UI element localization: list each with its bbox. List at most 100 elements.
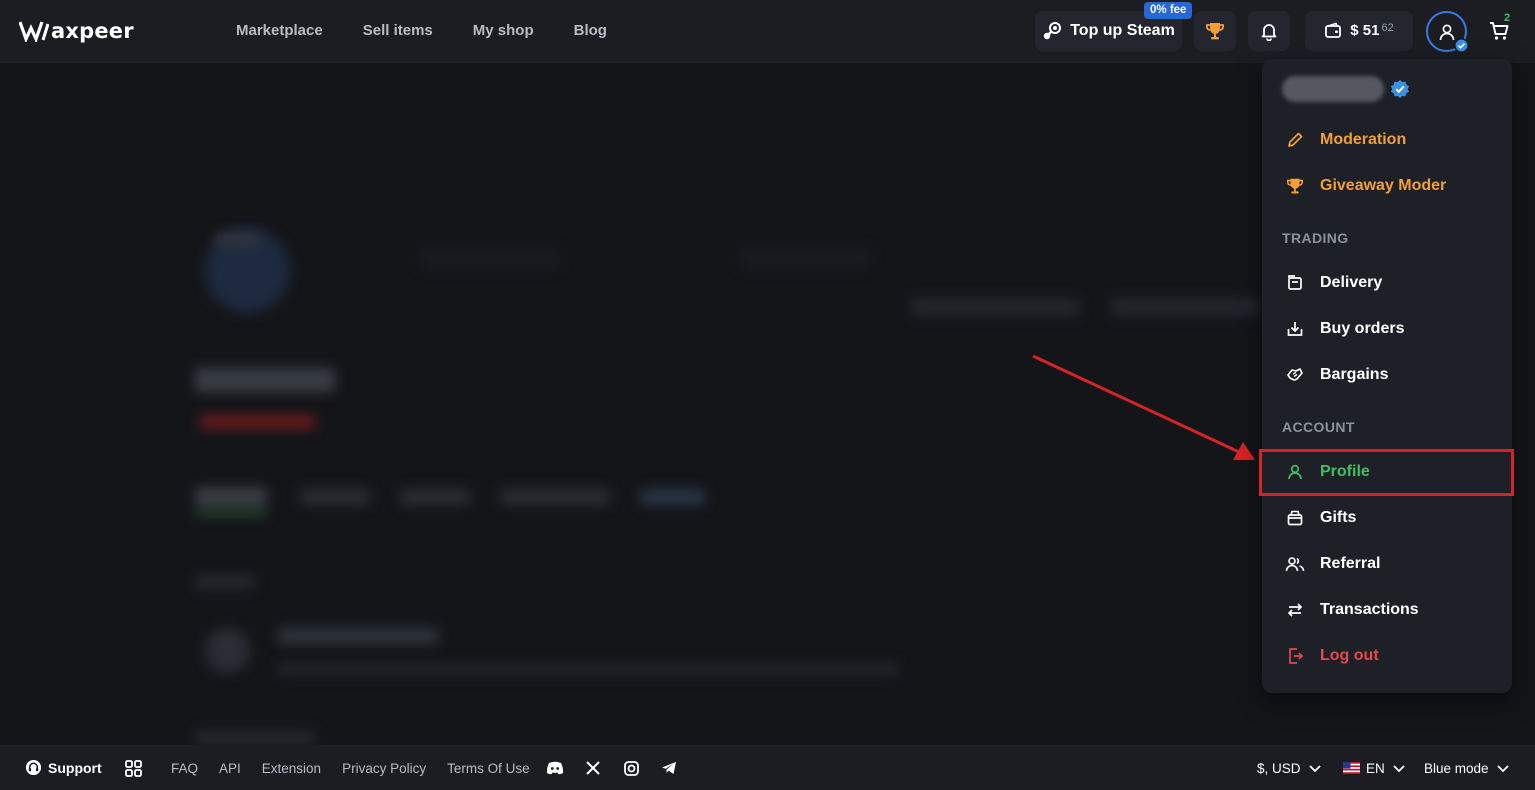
blurred-block: [740, 248, 870, 268]
logo[interactable]: axpeer: [19, 19, 134, 43]
currency-label: $, USD: [1257, 760, 1301, 776]
blurred-block: [195, 575, 255, 589]
menu-section-account: ACCOUNT: [1282, 419, 1355, 435]
handshake-icon: [1284, 364, 1306, 386]
main-nav: Marketplace Sell items My shop Blog: [236, 22, 607, 39]
theme-label: Blue mode: [1424, 760, 1489, 776]
footer-link-terms-of-use[interactable]: Terms Of Use: [447, 761, 530, 776]
blurred-block: [215, 233, 260, 247]
discord-icon[interactable]: [546, 760, 564, 776]
menu-item-giveaway-moder[interactable]: Giveaway Moder: [1284, 175, 1446, 197]
menu-item-moderation[interactable]: Moderation: [1284, 129, 1406, 151]
pencil-icon: [1284, 129, 1306, 151]
blurred-block: [195, 487, 267, 507]
user-avatar-button[interactable]: [1426, 11, 1469, 53]
blurred-avatar: [205, 628, 250, 673]
annotation-arrow: [1032, 354, 1255, 460]
wallet-icon: [1325, 22, 1342, 38]
chevron-down-icon: [1496, 765, 1509, 773]
topup-label: Top up Steam: [1070, 22, 1175, 39]
footer-links: FAQ API Extension Privacy Policy Terms O…: [171, 761, 530, 776]
logo-w-icon: [19, 21, 49, 42]
nav-sell-items[interactable]: Sell items: [363, 22, 433, 39]
menu-item-delivery[interactable]: Delivery: [1284, 272, 1382, 294]
menu-item-label: Bargains: [1320, 366, 1389, 383]
logo-text: axpeer: [51, 19, 134, 43]
menu-section-trading: TRADING: [1282, 230, 1349, 246]
bottom-footer: Support FAQ API Extension Privacy Policy…: [0, 745, 1535, 790]
delivery-icon: [1284, 272, 1306, 294]
steam-icon: [1044, 22, 1062, 40]
social-links: [546, 760, 678, 776]
menu-item-label: Giveaway Moder: [1320, 177, 1447, 194]
balance-button[interactable]: $ 51 62: [1305, 11, 1413, 51]
verified-badge-icon: [1454, 38, 1469, 53]
blurred-block: [278, 663, 898, 675]
chevron-down-icon: [1393, 765, 1405, 773]
language-selector[interactable]: EN: [1343, 760, 1407, 776]
apps-grid-icon[interactable]: [125, 760, 142, 777]
balance-amount: $ 51: [1350, 22, 1380, 39]
nav-blog[interactable]: Blog: [574, 22, 607, 39]
support-label: Support: [48, 759, 102, 776]
theme-selector[interactable]: Blue mode: [1424, 760, 1511, 776]
logout-icon: [1284, 645, 1306, 667]
blurred-block: [420, 248, 560, 268]
menu-item-gifts[interactable]: Gifts: [1284, 507, 1356, 529]
menu-item-label: Transactions: [1320, 601, 1419, 618]
instagram-icon[interactable]: [622, 760, 640, 776]
footer-link-faq[interactable]: FAQ: [171, 761, 198, 776]
us-flag-icon: [1343, 762, 1360, 774]
blurred-block: [200, 415, 315, 429]
nav-my-shop[interactable]: My shop: [473, 22, 534, 39]
menu-user-header: [1282, 76, 1410, 102]
menu-item-label: Delivery: [1320, 274, 1383, 291]
menu-username-blurred: [1282, 76, 1384, 102]
blurred-block: [300, 489, 370, 505]
transfer-arrows-icon: [1284, 599, 1306, 621]
notifications-button[interactable]: [1248, 11, 1290, 51]
chevron-down-icon: [1308, 765, 1321, 773]
x-icon[interactable]: [584, 760, 602, 776]
bell-icon: [1261, 24, 1277, 41]
gift-icon: [1284, 507, 1306, 529]
menu-item-buy-orders[interactable]: Buy orders: [1284, 318, 1404, 340]
blurred-block: [195, 511, 267, 515]
menu-item-label: Referral: [1320, 555, 1381, 572]
menu-item-log-out[interactable]: Log out: [1284, 645, 1379, 667]
menu-item-label: Log out: [1320, 647, 1379, 664]
footer-link-extension[interactable]: Extension: [262, 761, 321, 776]
blurred-block: [195, 368, 335, 392]
blurred-block: [910, 298, 1080, 316]
footer-link-privacy-policy[interactable]: Privacy Policy: [342, 761, 426, 776]
blurred-block: [640, 489, 705, 505]
user-dropdown-menu: Moderation Giveaway Moder TRADING Delive…: [1262, 59, 1512, 693]
menu-item-label: Buy orders: [1320, 320, 1405, 337]
blurred-block: [278, 628, 438, 644]
balance-cents: 62: [1381, 22, 1394, 34]
verified-badge-icon: [1391, 80, 1409, 98]
menu-item-referral[interactable]: Referral: [1284, 553, 1380, 575]
blurred-block: [195, 731, 315, 745]
trophy-icon: [1284, 175, 1306, 197]
fee-badge: 0% fee: [1144, 2, 1193, 19]
cart-count-badge: 2: [1504, 12, 1511, 24]
blurred-block: [500, 489, 610, 505]
cart-button[interactable]: [1479, 11, 1519, 51]
menu-item-bargains[interactable]: Bargains: [1284, 364, 1388, 386]
support-icon: [25, 759, 42, 776]
blurred-block: [1110, 298, 1260, 316]
menu-item-transactions[interactable]: Transactions: [1284, 599, 1419, 621]
support-button[interactable]: Support: [25, 759, 102, 776]
currency-selector[interactable]: $, USD: [1257, 760, 1323, 776]
footer-link-api[interactable]: API: [219, 761, 241, 776]
trophy-button[interactable]: [1194, 11, 1236, 51]
users-icon: [1284, 553, 1306, 575]
top-header: axpeer Marketplace Sell items My shop Bl…: [0, 0, 1535, 63]
blurred-block: [400, 489, 470, 505]
telegram-icon[interactable]: [660, 760, 678, 776]
download-tray-icon: [1284, 318, 1306, 340]
nav-marketplace[interactable]: Marketplace: [236, 22, 323, 39]
annotation-highlight-box: [1259, 449, 1514, 496]
trophy-icon: [1206, 23, 1224, 40]
